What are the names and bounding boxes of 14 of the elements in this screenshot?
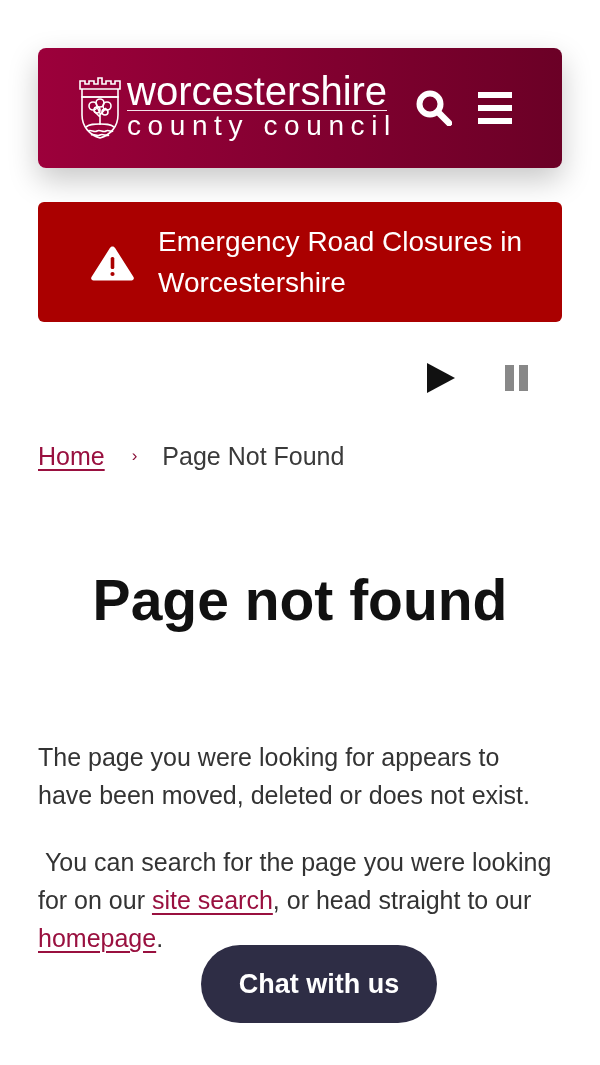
page-heading: Page not found: [92, 567, 508, 633]
search-icon: [416, 90, 452, 126]
breadcrumb-current: Page Not Found: [162, 441, 345, 472]
text-link[interactable]: homepage: [38, 924, 157, 952]
breadcrumb-separator: ›: [131, 445, 138, 467]
alert-banner[interactable]: Emergency Road Closures in Worcestershire: [38, 202, 562, 322]
logo-subtitle: county council: [127, 112, 397, 140]
text-link[interactable]: site search: [151, 886, 273, 914]
chat-button[interactable]: Chat with us: [201, 945, 437, 1023]
crest-icon: [78, 77, 122, 139]
logo-title: worcestershire: [127, 76, 388, 111]
menu-icon: [478, 92, 512, 124]
body-text: The page you were looking for appears to have been moved, deleted or does not exist.: [38, 742, 531, 811]
breadcrumb-link[interactable]: Home: [38, 438, 105, 474]
